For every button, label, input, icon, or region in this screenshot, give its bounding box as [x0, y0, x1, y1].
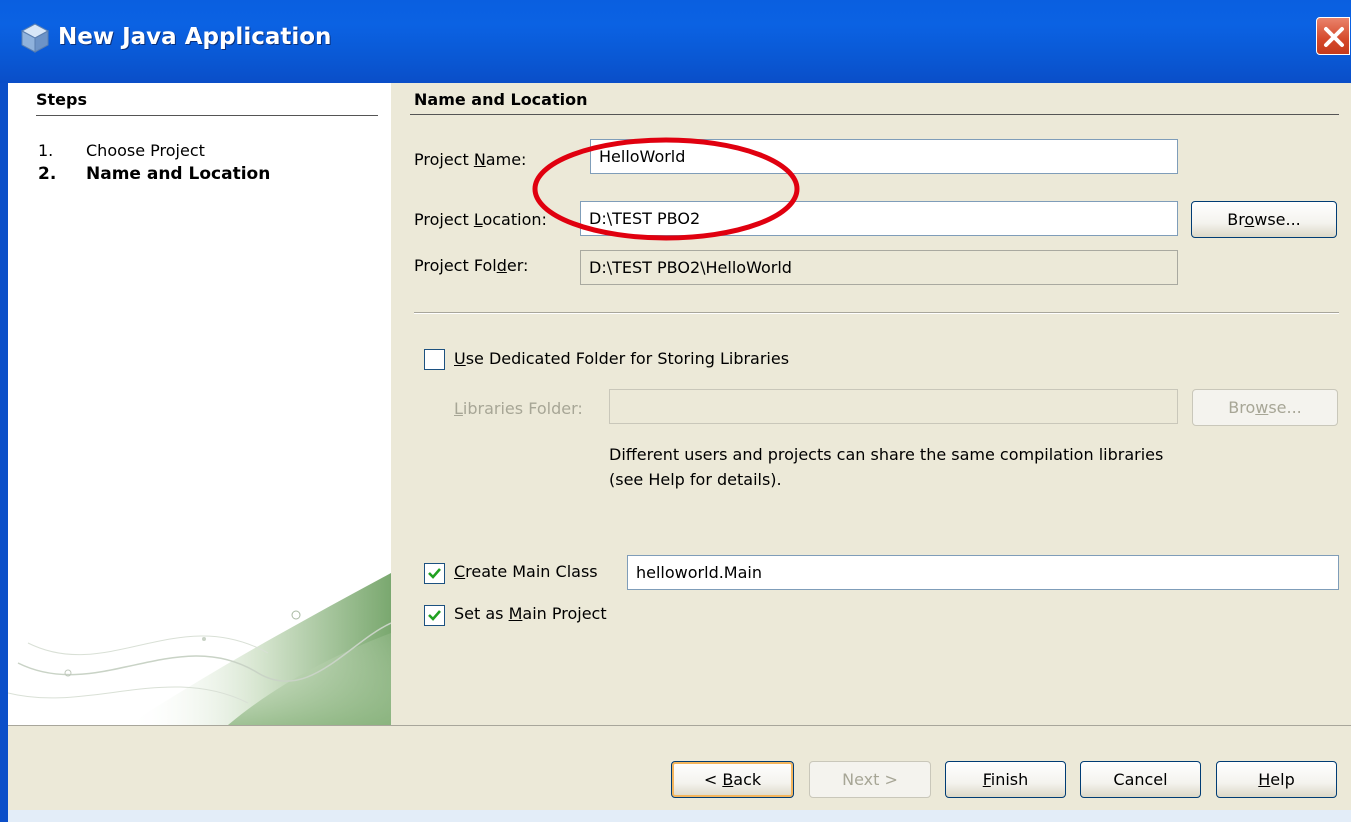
label-text: ain Project	[522, 604, 607, 623]
button-mnemonic: F	[982, 770, 991, 789]
project-name-input[interactable]	[590, 139, 1178, 174]
section-heading: Name and Location	[414, 90, 588, 109]
button-text: Bro	[1228, 398, 1256, 417]
check-icon	[428, 610, 441, 621]
close-icon	[1324, 27, 1344, 47]
label-text: er:	[506, 256, 529, 275]
help-button[interactable]: Help	[1216, 761, 1337, 798]
window-frame-bottom	[8, 810, 1351, 822]
dedicated-folder-label[interactable]: Use Dedicated Folder for Storing Librari…	[454, 349, 789, 368]
browse-location-button[interactable]: Browse...	[1191, 201, 1337, 238]
step-label: Name and Location	[86, 164, 271, 184]
steps-heading: Steps	[36, 90, 87, 109]
separator-highlight	[414, 313, 1339, 314]
step-number: 2.	[38, 164, 57, 184]
steps-panel: Steps 1. Choose Project 2. Name and Locati…	[8, 83, 391, 725]
libraries-folder-input[interactable]	[609, 389, 1178, 424]
button-text: <	[703, 770, 723, 789]
cancel-button[interactable]: Cancel	[1080, 761, 1201, 798]
label-mnemonic: L	[454, 399, 463, 418]
project-name-label: Project Name:	[414, 150, 526, 169]
label-mnemonic: M	[508, 604, 523, 623]
button-mnemonic: w	[1255, 398, 1269, 417]
label-mnemonic: C	[454, 562, 466, 581]
project-location-label: Project Location:	[414, 210, 547, 229]
project-folder-field[interactable]: D:\TEST PBO2\HelloWorld	[580, 250, 1178, 285]
button-text: ack	[733, 770, 762, 789]
button-text: inish	[990, 770, 1029, 789]
title-bar[interactable]: New Java Application	[0, 0, 1351, 83]
label-text: Project Fol	[414, 256, 497, 275]
button-text: se...	[1268, 398, 1302, 417]
button-text: elp	[1270, 770, 1295, 789]
finish-button[interactable]: Finish	[945, 761, 1066, 798]
section-divider	[410, 114, 1339, 115]
create-main-class-label[interactable]: Create Main Class	[454, 562, 598, 581]
step-item-name-and-location: 2. Name and Location	[38, 164, 270, 184]
decorative-wave-graphic	[8, 573, 391, 725]
libraries-folder-label: Libraries Folder:	[454, 399, 583, 418]
steps-divider	[36, 115, 378, 116]
label-text: se Dedicated Folder for Storing Librarie…	[465, 349, 790, 368]
step-number: 1.	[38, 141, 54, 160]
dedicated-folder-checkbox[interactable]	[424, 349, 445, 370]
button-text: Br	[1227, 210, 1245, 229]
back-button[interactable]: < Back	[671, 761, 794, 798]
main-class-input[interactable]	[627, 555, 1339, 590]
label-text: Set as	[454, 604, 509, 623]
libraries-hint-text: Different users and projects can share t…	[609, 445, 1164, 489]
step-label: Choose Project	[86, 141, 205, 160]
button-text: wse...	[1254, 210, 1301, 229]
browse-libraries-button[interactable]: Browse...	[1192, 389, 1338, 426]
check-icon	[428, 568, 441, 579]
label-text: Project	[414, 210, 474, 229]
label-text: Project	[414, 150, 474, 169]
label-mnemonic: d	[496, 256, 507, 275]
label-text: ibraries Folder:	[462, 399, 583, 418]
label-mnemonic: U	[454, 349, 466, 368]
button-mnemonic: o	[1244, 210, 1255, 229]
close-button[interactable]	[1316, 17, 1350, 55]
project-folder-label: Project Folder:	[414, 256, 528, 275]
label-text: ocation:	[482, 210, 547, 229]
java-cup-icon	[20, 23, 50, 53]
next-button[interactable]: Next >	[809, 761, 931, 798]
window-title: New Java Application	[58, 24, 332, 50]
button-mnemonic: H	[1258, 770, 1271, 789]
label-text: reate Main Class	[465, 562, 598, 581]
label-mnemonic: N	[473, 150, 486, 169]
window-frame-left	[0, 83, 8, 822]
set-main-project-label[interactable]: Set as Main Project	[454, 604, 607, 623]
button-mnemonic: B	[722, 770, 734, 789]
create-main-class-checkbox[interactable]	[424, 563, 445, 584]
project-location-input[interactable]	[580, 201, 1178, 236]
new-java-application-dialog: New Java Application Steps 1. Choose Proj…	[0, 0, 1351, 822]
set-main-project-checkbox[interactable]	[424, 605, 445, 626]
step-item-choose-project: 1. Choose Project	[38, 141, 205, 160]
label-text: ame:	[485, 150, 527, 169]
